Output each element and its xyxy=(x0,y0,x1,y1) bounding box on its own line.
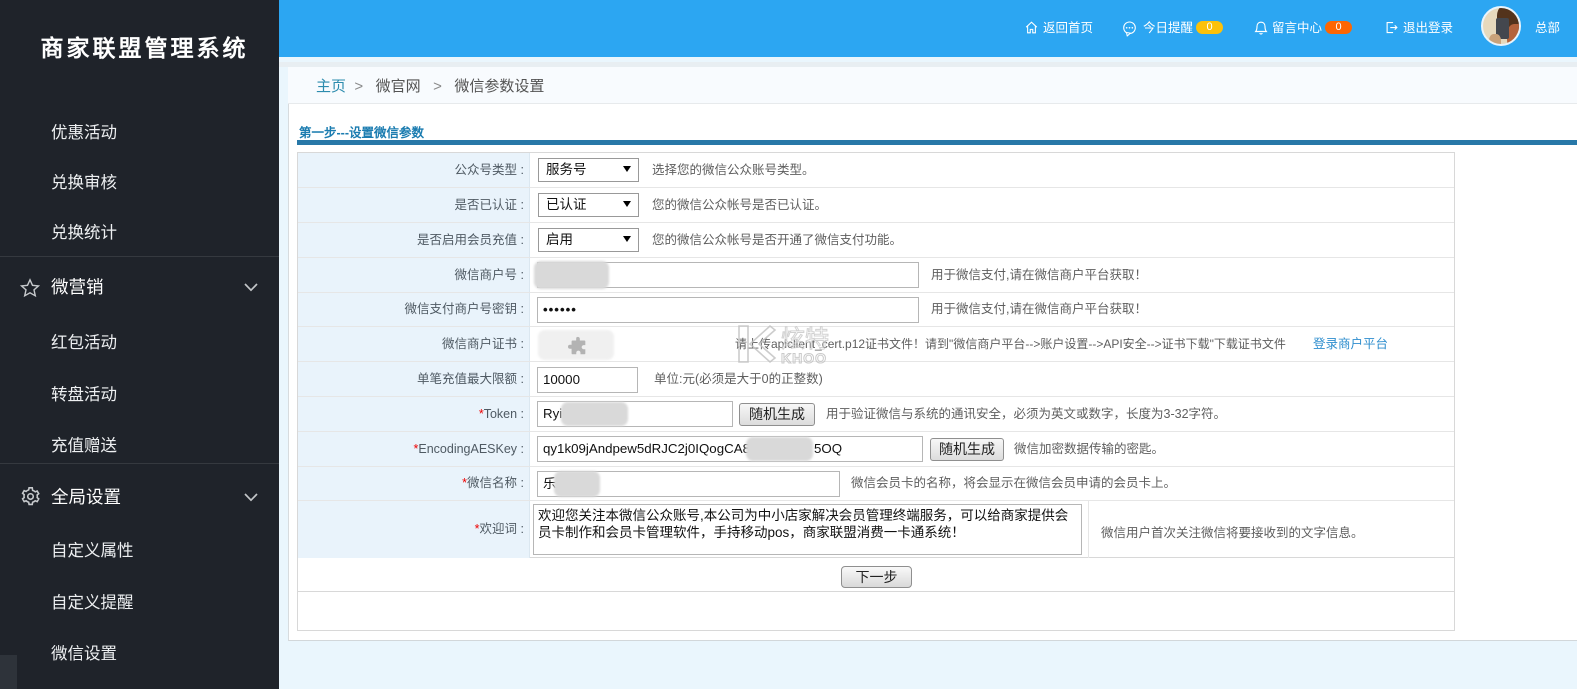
svg-text:KHOO: KHOO xyxy=(781,350,827,364)
svg-text:炫特: 炫特 xyxy=(781,326,829,353)
